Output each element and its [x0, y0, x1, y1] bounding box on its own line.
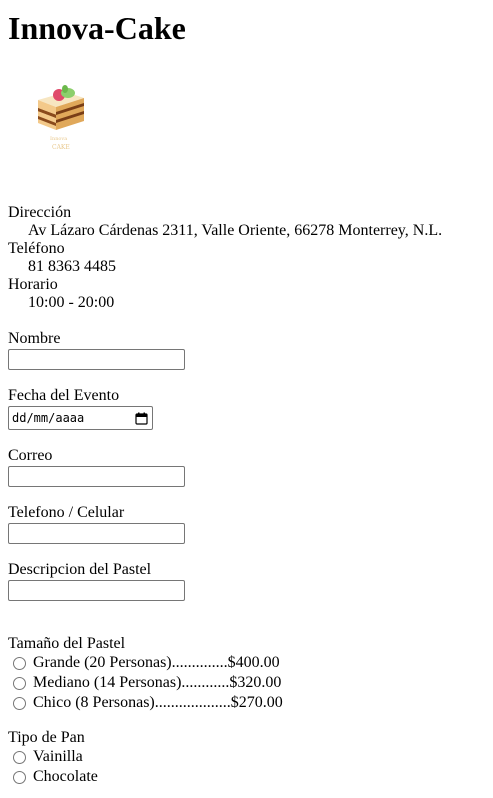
address-label: Dirección	[8, 204, 72, 221]
size-radio-grande[interactable]	[13, 656, 26, 670]
name-field-group: Nombre	[8, 330, 185, 370]
bread-label: Tipo de Pan	[8, 729, 85, 746]
size-option-label: Mediano (14 Personas)............$320.00	[33, 674, 282, 691]
size-radio-chico[interactable]	[13, 696, 26, 710]
name-input[interactable]	[8, 349, 185, 370]
size-label: Tamaño del Pastel	[8, 635, 126, 652]
svg-text:Innova: Innova	[50, 136, 67, 142]
name-label: Nombre	[8, 330, 61, 347]
cake-slice-logo-icon: Innova CAKE	[38, 85, 84, 151]
cake-logo: Innova CAKE	[32, 80, 92, 160]
phone-input[interactable]	[8, 523, 185, 544]
size-radio-group: Tamaño del Pastel Grande (20 Personas)..…	[8, 635, 283, 713]
bread-radio-chocolate[interactable]	[13, 770, 26, 784]
size-option-grande[interactable]: Grande (20 Personas)..............$400.0…	[8, 653, 283, 673]
bread-option-chocolate[interactable]: Chocolate	[8, 767, 98, 787]
event-date-field-group: Fecha del Evento dd/mm/aaaa	[8, 387, 153, 430]
description-label: Descripcion del Pastel	[8, 561, 152, 578]
phone-label: Teléfono	[8, 240, 65, 257]
bread-radio-vainilla[interactable]	[13, 750, 26, 764]
address-value: Av Lázaro Cárdenas 2311, Valle Oriente, …	[28, 222, 443, 239]
phone-field-group: Telefono / Celular	[8, 504, 185, 544]
bread-radio-group: Tipo de Pan Vainilla Chocolate	[8, 729, 98, 787]
hours-value: 10:00 - 20:00	[28, 294, 115, 311]
email-label: Correo	[8, 447, 53, 464]
bread-option-label: Vainilla	[33, 748, 83, 765]
hours-label: Horario	[8, 276, 58, 293]
event-date-placeholder: dd/mm/aaaa	[12, 411, 85, 425]
bread-option-label: Chocolate	[33, 768, 98, 785]
event-date-input[interactable]: dd/mm/aaaa	[8, 406, 153, 430]
description-input[interactable]	[8, 580, 185, 601]
calendar-icon[interactable]	[135, 412, 148, 425]
phone-input-label: Telefono / Celular	[8, 504, 125, 521]
description-field-group: Descripcion del Pastel	[8, 561, 185, 601]
size-option-label: Grande (20 Personas)..............$400.0…	[33, 654, 280, 671]
size-radio-mediano[interactable]	[13, 676, 26, 690]
page-title: Innova-Cake	[8, 10, 186, 46]
svg-text:CAKE: CAKE	[52, 144, 70, 151]
event-date-label: Fecha del Evento	[8, 387, 120, 404]
contact-info: Dirección Av Lázaro Cárdenas 2311, Valle…	[8, 204, 442, 312]
email-input[interactable]	[8, 466, 185, 487]
phone-value: 81 8363 4485	[28, 258, 116, 275]
bread-option-vainilla[interactable]: Vainilla	[8, 747, 98, 767]
size-option-mediano[interactable]: Mediano (14 Personas)............$320.00	[8, 673, 283, 693]
size-option-chico[interactable]: Chico (8 Personas)...................$27…	[8, 693, 283, 713]
size-option-label: Chico (8 Personas)...................$27…	[33, 694, 283, 711]
email-field-group: Correo	[8, 447, 185, 487]
